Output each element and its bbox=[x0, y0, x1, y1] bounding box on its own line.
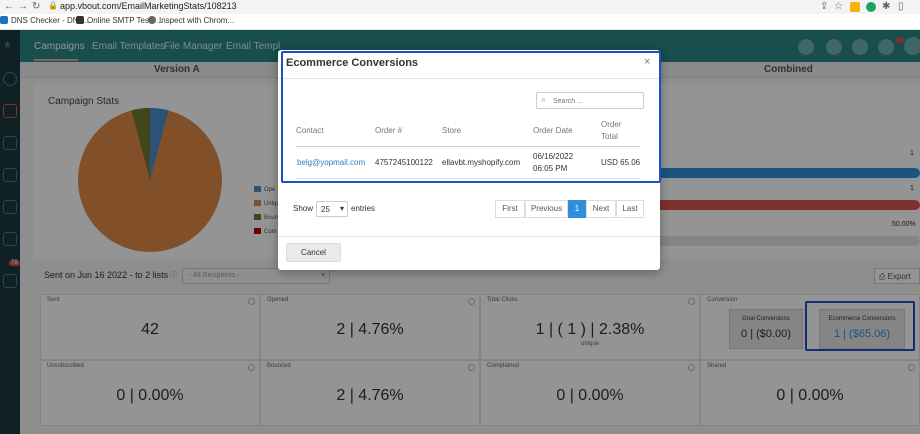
back-icon[interactable]: ← bbox=[4, 1, 14, 12]
col-total-line1[interactable]: Order bbox=[601, 120, 621, 129]
share-icon[interactable]: ⇪ bbox=[820, 1, 828, 12]
address-bar[interactable]: app.vbout.com/EmailMarketingStats/108213 bbox=[60, 1, 237, 11]
col-contact[interactable]: Contact bbox=[296, 126, 324, 135]
col-date[interactable]: Order Date bbox=[533, 126, 573, 135]
cancel-button[interactable]: Cancel bbox=[286, 243, 341, 262]
table-header-divider bbox=[296, 146, 640, 147]
table-row-divider bbox=[296, 178, 640, 179]
grammarly-icon[interactable] bbox=[866, 2, 876, 12]
col-store[interactable]: Store bbox=[442, 126, 461, 135]
modal-title: Ecommerce Conversions bbox=[286, 57, 419, 69]
footer-divider bbox=[278, 236, 660, 237]
ecommerce-conversions-modal: Ecommerce Conversions × ⌕ Contact Order … bbox=[278, 50, 661, 270]
order-date: 06/16/2022 bbox=[533, 152, 574, 161]
reload-icon[interactable]: ↻ bbox=[32, 1, 40, 12]
page-last[interactable]: Last bbox=[616, 200, 644, 218]
entries-select[interactable]: 25 ▾ bbox=[316, 201, 348, 217]
lock-icon: 🔒 bbox=[48, 1, 58, 10]
col-order[interactable]: Order # bbox=[375, 126, 402, 135]
store-name: ellavbt.myshopify.com bbox=[442, 158, 521, 167]
chevron-down-icon: ▾ bbox=[339, 204, 344, 213]
page-first[interactable]: First bbox=[495, 200, 525, 218]
page-previous[interactable]: Previous bbox=[525, 200, 568, 218]
search-icon: ⌕ bbox=[541, 94, 547, 104]
forward-icon[interactable]: → bbox=[18, 1, 28, 12]
search-box[interactable]: ⌕ bbox=[536, 92, 644, 109]
browser-toolbar: ← → ↻ 🔒 app.vbout.com/EmailMarketingStat… bbox=[0, 0, 920, 14]
star-icon[interactable]: ☆ bbox=[834, 1, 843, 12]
contact-link[interactable]: belg@yopmail.com bbox=[297, 158, 365, 167]
puzzle-icon[interactable]: ✱ bbox=[882, 1, 890, 12]
bookmark-inspect[interactable]: Inspect with Chrom... bbox=[148, 16, 234, 25]
search-input[interactable] bbox=[553, 95, 639, 107]
entries-label: entries bbox=[351, 204, 376, 213]
show-label: Show bbox=[293, 204, 314, 213]
order-time: 06:05 PM bbox=[533, 164, 568, 173]
order-number: 4757245100122 bbox=[375, 158, 433, 167]
extension-icon[interactable] bbox=[850, 2, 860, 12]
bookmarks-bar: DNS Checker - DNS... Online SMTP Test -.… bbox=[0, 14, 920, 30]
page-next[interactable]: Next bbox=[586, 200, 616, 218]
divider bbox=[278, 78, 660, 79]
order-total: USD 65.06 bbox=[601, 158, 641, 167]
page-current[interactable]: 1 bbox=[568, 200, 586, 218]
sidebar-toggle-icon[interactable]: ▯ bbox=[898, 1, 904, 12]
col-total-line2[interactable]: Total bbox=[601, 132, 618, 141]
close-icon[interactable]: × bbox=[644, 56, 650, 68]
